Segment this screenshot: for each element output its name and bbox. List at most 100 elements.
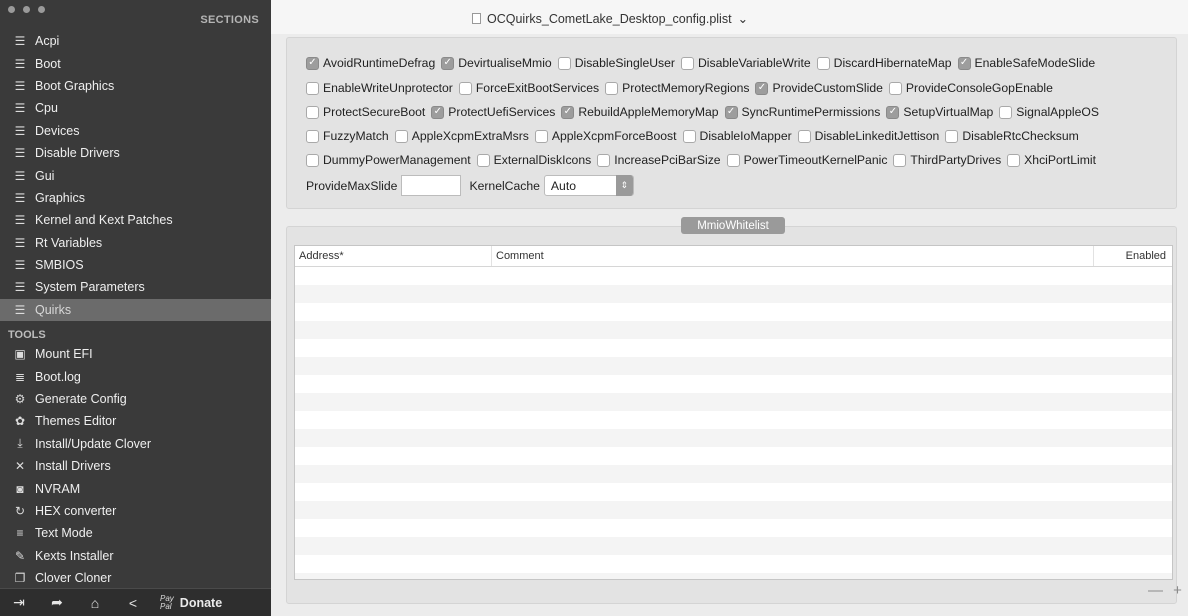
- checkbox-icon: [999, 105, 1013, 119]
- table-row[interactable]: [295, 573, 1172, 579]
- quirk-disablertcchecksum-checkbox[interactable]: DisableRtcChecksum: [945, 129, 1079, 143]
- sidebar-item-cpu[interactable]: ☰ Cpu: [0, 97, 271, 119]
- quirk-thirdpartydrives-checkbox[interactable]: ThirdPartyDrives: [893, 153, 1001, 167]
- quirk-applexcpmforceboost-checkbox[interactable]: AppleXcpmForceBoost: [534, 129, 677, 143]
- column-enabled[interactable]: Enabled: [1094, 246, 1172, 266]
- sidebar-item-devices[interactable]: ☰ Devices: [0, 120, 271, 142]
- quirk-externaldiskicons-checkbox[interactable]: ExternalDiskIcons: [476, 153, 591, 167]
- sidebar-item-smbios[interactable]: ☰ SMBIOS: [0, 254, 271, 276]
- quirk-enablesafemodeslide-checkbox[interactable]: ✓ EnableSafeModeSlide: [957, 56, 1095, 70]
- log-icon: ≣: [14, 369, 26, 384]
- sidebar-item-disable-drivers[interactable]: ☰ Disable Drivers: [0, 142, 271, 164]
- tool-item-install-drivers[interactable]: ✕ Install Drivers: [0, 455, 271, 477]
- quirk-avoidruntimedefrag-checkbox[interactable]: ✓ AvoidRuntimeDefrag: [306, 56, 435, 70]
- sidebar-item-boot-graphics[interactable]: ☰ Boot Graphics: [0, 75, 271, 97]
- import-icon[interactable]: ⇥: [0, 594, 38, 611]
- window-controls: [8, 6, 45, 13]
- sidebar-item-boot[interactable]: ☰ Boot: [0, 52, 271, 74]
- quirk-setupvirtualmap-checkbox[interactable]: ✓ SetupVirtualMap: [886, 105, 993, 119]
- sidebar-item-rt-variables[interactable]: ☰ Rt Variables: [0, 232, 271, 254]
- share-icon[interactable]: <: [114, 595, 152, 611]
- sidebar-item-acpi[interactable]: ☰ Acpi: [0, 30, 271, 52]
- quirk-enablewriteunprotector-checkbox[interactable]: EnableWriteUnprotector: [306, 81, 453, 95]
- quirk-dummypowermanagement-checkbox[interactable]: DummyPowerManagement: [306, 153, 471, 167]
- home-icon[interactable]: ⌂: [76, 595, 114, 611]
- export-icon[interactable]: ➦: [38, 594, 76, 611]
- quirk-increasepcibarsize-checkbox[interactable]: IncreasePciBarSize: [597, 153, 721, 167]
- tools-heading: TOOLS: [8, 329, 46, 341]
- add-remove-row-buttons[interactable]: — +: [1148, 582, 1185, 599]
- table-row[interactable]: [295, 537, 1172, 555]
- tool-item-boot-log[interactable]: ≣ Boot.log: [0, 365, 271, 387]
- table-row[interactable]: [295, 303, 1172, 321]
- tool-item-nvram[interactable]: ◙ NVRAM: [0, 477, 271, 499]
- table-row[interactable]: [295, 501, 1172, 519]
- table-row[interactable]: [295, 339, 1172, 357]
- tool-item-kexts-installer[interactable]: ✎ Kexts Installer: [0, 545, 271, 567]
- sidebar-item-kernel-and-kext-patches[interactable]: ☰ Kernel and Kext Patches: [0, 209, 271, 231]
- column-address[interactable]: Address*: [295, 246, 492, 266]
- sidebar-item-quirks[interactable]: ☰ Quirks: [0, 298, 271, 322]
- tool-item-label: Text Mode: [35, 526, 93, 541]
- tool-item-clover-cloner[interactable]: ❐ Clover Cloner: [0, 567, 271, 589]
- tool-item-text-mode[interactable]: ≡ Text Mode: [0, 522, 271, 544]
- quirk-rebuildapplememorymap-checkbox[interactable]: ✓ RebuildAppleMemoryMap: [561, 105, 719, 119]
- paypal-icon: Pay Pal: [160, 593, 174, 611]
- list-icon: ☰: [14, 56, 26, 71]
- table-row[interactable]: [295, 393, 1172, 411]
- quirk-protectuefiservices-checkbox[interactable]: ✓ ProtectUefiServices: [431, 105, 555, 119]
- tool-item-mount-efi[interactable]: ▣ Mount EFI: [0, 343, 271, 365]
- quirk-disablesingleuser-checkbox[interactable]: DisableSingleUser: [557, 56, 675, 70]
- minimize-window-button[interactable]: [23, 6, 30, 13]
- window-title[interactable]: OCQuirks_CometLake_Desktop_config.plist …: [472, 11, 748, 26]
- close-window-button[interactable]: [8, 6, 15, 13]
- table-row[interactable]: [295, 375, 1172, 393]
- table-row[interactable]: [295, 429, 1172, 447]
- table-row[interactable]: [295, 465, 1172, 483]
- quirks-row: DummyPowerManagement ExternalDiskIcons Inc…: [306, 153, 1102, 167]
- tool-item-generate-config[interactable]: ⚙ Generate Config: [0, 388, 271, 410]
- table-row[interactable]: [295, 483, 1172, 501]
- quirk-devirtualisemmio-checkbox[interactable]: ✓ DevirtualiseMmio: [441, 56, 552, 70]
- table-row[interactable]: [295, 357, 1172, 375]
- sidebar-item-system-parameters[interactable]: ☰ System Parameters: [0, 276, 271, 298]
- quirk-fuzzymatch-checkbox[interactable]: FuzzyMatch: [306, 129, 389, 143]
- provide-max-slide-input[interactable]: [401, 175, 462, 196]
- slide-cache-row: ProvideMaxSlide KernelCache Auto ⇕: [306, 175, 634, 196]
- quirk-forceexitbootservices-checkbox[interactable]: ForceExitBootServices: [458, 81, 599, 95]
- quirk-disablevariablewrite-checkbox[interactable]: DisableVariableWrite: [680, 56, 811, 70]
- quirk-provideconsolegopenable-checkbox[interactable]: ProvideConsoleGopEnable: [888, 81, 1053, 95]
- quirk-signalappleos-checkbox[interactable]: SignalAppleOS: [999, 105, 1099, 119]
- table-row[interactable]: [295, 267, 1172, 285]
- donate-button[interactable]: Pay Pal Donate: [160, 593, 222, 611]
- table-row[interactable]: [295, 447, 1172, 465]
- quirk-protectsecureboot-checkbox[interactable]: ProtectSecureBoot: [306, 105, 425, 119]
- zoom-window-button[interactable]: [38, 6, 45, 13]
- table-row[interactable]: [295, 555, 1172, 573]
- quirk-discardhibernatemap-checkbox[interactable]: DiscardHibernateMap: [816, 56, 952, 70]
- tab-mmio-whitelist[interactable]: MmioWhitelist: [681, 217, 785, 234]
- quirk-label: SyncRuntimePermissions: [741, 105, 881, 119]
- table-row[interactable]: [295, 321, 1172, 339]
- quirks-row: EnableWriteUnprotector ForceExitBootServi…: [306, 81, 1059, 95]
- tool-item-hex-converter[interactable]: ↻ HEX converter: [0, 500, 271, 522]
- sidebar-item-graphics[interactable]: ☰ Graphics: [0, 187, 271, 209]
- mmio-table[interactable]: Address* Comment Enabled: [294, 245, 1173, 580]
- tool-item-themes-editor[interactable]: ✿ Themes Editor: [0, 410, 271, 432]
- sidebar-item-gui[interactable]: ☰ Gui: [0, 164, 271, 186]
- table-row[interactable]: [295, 519, 1172, 537]
- quirk-syncruntimepermissions-checkbox[interactable]: ✓ SyncRuntimePermissions: [724, 105, 881, 119]
- quirk-providecustomslide-checkbox[interactable]: ✓ ProvideCustomSlide: [755, 81, 883, 95]
- tool-item-install-update-clover[interactable]: ⤓ Install/Update Clover: [0, 433, 271, 455]
- quirk-xhciportlimit-checkbox[interactable]: XhciPortLimit: [1007, 153, 1096, 167]
- checkmark-icon: ✓: [306, 56, 319, 70]
- kernel-cache-select[interactable]: Auto ⇕: [543, 175, 634, 196]
- table-row[interactable]: [295, 411, 1172, 429]
- quirk-protectmemoryregions-checkbox[interactable]: ProtectMemoryRegions: [605, 81, 749, 95]
- quirk-disablelinkeditjettison-checkbox[interactable]: DisableLinkeditJettison: [797, 129, 939, 143]
- column-comment[interactable]: Comment: [492, 246, 1094, 266]
- quirk-disableiomapper-checkbox[interactable]: DisableIoMapper: [682, 129, 792, 143]
- quirk-applexcpmextramsrs-checkbox[interactable]: AppleXcpmExtraMsrs: [394, 129, 529, 143]
- quirk-powertimeoutkernelpanic-checkbox[interactable]: PowerTimeoutKernelPanic: [726, 153, 887, 167]
- table-row[interactable]: [295, 285, 1172, 303]
